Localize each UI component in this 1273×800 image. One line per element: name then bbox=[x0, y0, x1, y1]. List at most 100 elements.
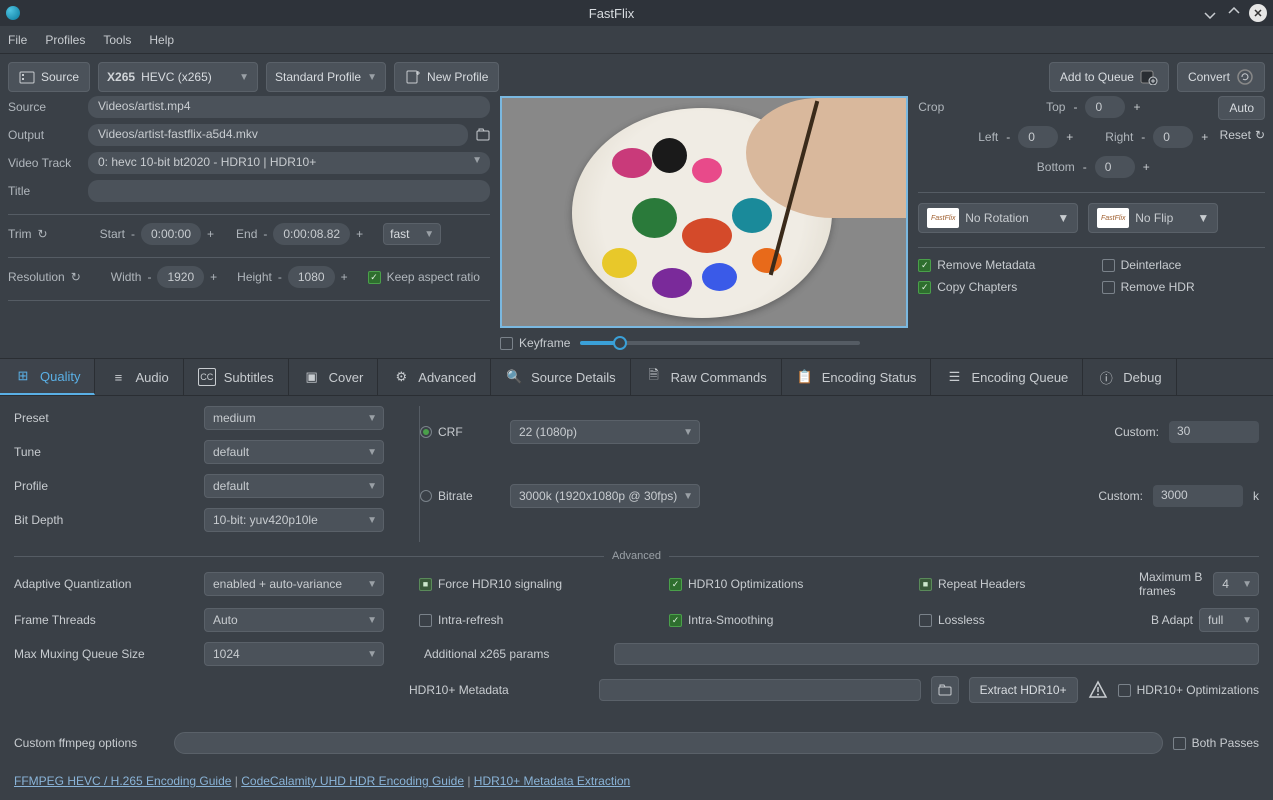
height-minus[interactable]: - bbox=[278, 270, 282, 284]
width-minus[interactable]: - bbox=[147, 270, 151, 284]
menu-help[interactable]: Help bbox=[149, 33, 174, 47]
width-input[interactable]: 1920 bbox=[157, 266, 204, 288]
convert-button[interactable]: Convert bbox=[1177, 62, 1265, 92]
remove-metadata-checkbox[interactable]: ✓Remove Metadata bbox=[918, 258, 1081, 272]
encoder-select[interactable]: X265 HEVC (x265) ▼ bbox=[98, 62, 258, 92]
crop-bottom-minus[interactable]: - bbox=[1083, 160, 1087, 174]
tab-subtitles[interactable]: CCSubtitles bbox=[184, 359, 289, 395]
height-plus[interactable]: + bbox=[341, 270, 348, 284]
tab-source-details[interactable]: 🔍Source Details bbox=[491, 359, 631, 395]
trim-reset-icon[interactable]: ↻ bbox=[38, 227, 48, 241]
crf-radio[interactable]: CRF bbox=[420, 425, 500, 439]
source-button[interactable]: Source bbox=[8, 62, 90, 92]
add-to-queue-button[interactable]: Add to Queue bbox=[1049, 62, 1169, 92]
max-mux-select[interactable]: 1024▼ bbox=[204, 642, 384, 666]
end-time-input[interactable]: 0:00:08.82 bbox=[273, 223, 350, 245]
video-track-select[interactable]: 0: hevc 10-bit bt2020 - HDR10 | HDR10+ ▼ bbox=[88, 152, 490, 174]
keyframe-checkbox[interactable]: Keyframe bbox=[500, 336, 570, 350]
preview-slider[interactable] bbox=[580, 341, 860, 345]
tab-raw-commands[interactable]: 🗎Raw Commands bbox=[631, 359, 782, 395]
tab-debug[interactable]: ⓘDebug bbox=[1083, 359, 1176, 395]
slider-thumb[interactable] bbox=[613, 336, 627, 350]
resolution-reset-icon[interactable]: ↻ bbox=[71, 270, 81, 284]
crf-custom-input[interactable]: 30 bbox=[1169, 421, 1259, 443]
both-passes-checkbox[interactable]: Both Passes bbox=[1173, 736, 1259, 750]
trim-exact-select[interactable]: fast ▼ bbox=[383, 223, 441, 245]
crop-right-input[interactable]: 0 bbox=[1153, 126, 1193, 148]
bitrate-radio[interactable]: Bitrate bbox=[420, 489, 500, 503]
crop-reset-button[interactable]: Reset ↻ bbox=[1220, 128, 1265, 142]
extract-hdr10-button[interactable]: Extract HDR10+ bbox=[969, 677, 1078, 703]
crop-right-minus[interactable]: - bbox=[1141, 130, 1145, 144]
preset-select[interactable]: medium▼ bbox=[204, 406, 384, 430]
start-plus[interactable]: + bbox=[207, 227, 214, 241]
maximize-icon[interactable] bbox=[1225, 4, 1243, 22]
crop-top-input[interactable]: 0 bbox=[1085, 96, 1125, 118]
intra-refresh-checkbox[interactable]: Intra-refresh bbox=[419, 613, 649, 627]
start-minus[interactable]: - bbox=[131, 227, 135, 241]
force-hdr10-checkbox[interactable]: ■Force HDR10 signaling bbox=[419, 577, 649, 591]
start-time-input[interactable]: 0:00:00 bbox=[141, 223, 201, 245]
title-field[interactable] bbox=[88, 180, 490, 202]
aq-select[interactable]: enabled + auto-variance▼ bbox=[204, 572, 384, 596]
link-hdr10-extraction[interactable]: HDR10+ Metadata Extraction bbox=[474, 774, 630, 788]
b-adapt-select[interactable]: full▼ bbox=[1199, 608, 1259, 632]
menu-file[interactable]: File bbox=[8, 33, 27, 47]
tab-encoding-queue[interactable]: ☰Encoding Queue bbox=[931, 359, 1083, 395]
hdr10plus-opt-checkbox[interactable]: HDR10+ Optimizations bbox=[1118, 683, 1259, 697]
crop-left-input[interactable]: 0 bbox=[1018, 126, 1058, 148]
custom-ffmpeg-input[interactable] bbox=[174, 732, 1163, 754]
crop-left-plus[interactable]: + bbox=[1066, 130, 1073, 144]
minimize-icon[interactable] bbox=[1201, 4, 1219, 22]
tab-quality[interactable]: ⊞Quality bbox=[0, 359, 95, 395]
copy-chapters-checkbox[interactable]: ✓Copy Chapters bbox=[918, 280, 1081, 294]
crop-bottom-input[interactable]: 0 bbox=[1095, 156, 1135, 178]
source-field[interactable]: Videos/artist.mp4 bbox=[88, 96, 490, 118]
hdr10-metadata-input[interactable] bbox=[599, 679, 921, 701]
output-field[interactable]: Videos/artist-fastflix-a5d4.mkv bbox=[88, 124, 468, 146]
menu-profiles[interactable]: Profiles bbox=[45, 33, 85, 47]
lossless-checkbox[interactable]: Lossless bbox=[919, 613, 1119, 627]
end-minus[interactable]: - bbox=[263, 227, 267, 241]
rotation-select[interactable]: FastFlix No Rotation ▼ bbox=[918, 203, 1078, 233]
bitrate-select[interactable]: 3000k (1920x1080p @ 30fps)▼ bbox=[510, 484, 700, 508]
close-button[interactable]: ✕ bbox=[1249, 4, 1267, 22]
frame-threads-select[interactable]: Auto▼ bbox=[204, 608, 384, 632]
intra-smoothing-checkbox[interactable]: ✓Intra-Smoothing bbox=[669, 613, 899, 627]
remove-hdr-checkbox[interactable]: Remove HDR bbox=[1102, 280, 1265, 294]
crop-top-minus[interactable]: - bbox=[1073, 100, 1077, 114]
bitrate-custom-input[interactable]: 3000 bbox=[1153, 485, 1243, 507]
tab-cover[interactable]: ▣Cover bbox=[289, 359, 379, 395]
link-ffmpeg-guide[interactable]: FFMPEG HEVC / H.265 Encoding Guide bbox=[14, 774, 231, 788]
end-plus[interactable]: + bbox=[356, 227, 363, 241]
profile-select[interactable]: default▼ bbox=[204, 474, 384, 498]
crop-top-plus[interactable]: + bbox=[1133, 100, 1140, 114]
crop-auto-button[interactable]: Auto bbox=[1218, 96, 1265, 120]
menu-tools[interactable]: Tools bbox=[103, 33, 131, 47]
crop-bottom-plus[interactable]: + bbox=[1143, 160, 1150, 174]
deinterlace-checkbox[interactable]: Deinterlace bbox=[1102, 258, 1265, 272]
keep-aspect-checkbox[interactable]: ✓ Keep aspect ratio bbox=[368, 270, 480, 284]
flip-select[interactable]: FastFlix No Flip ▼ bbox=[1088, 203, 1218, 233]
height-input[interactable]: 1080 bbox=[288, 266, 335, 288]
profile-select[interactable]: Standard Profile ▼ bbox=[266, 62, 386, 92]
width-label: Width bbox=[111, 270, 142, 284]
additional-params-input[interactable] bbox=[614, 643, 1259, 665]
tab-advanced[interactable]: ⚙Advanced bbox=[378, 359, 491, 395]
tab-audio[interactable]: ≡Audio bbox=[95, 359, 183, 395]
repeat-headers-checkbox[interactable]: ■Repeat Headers bbox=[919, 577, 1119, 591]
max-b-select[interactable]: 4▼ bbox=[1213, 572, 1259, 596]
width-plus[interactable]: + bbox=[210, 270, 217, 284]
new-profile-button[interactable]: New Profile bbox=[394, 62, 499, 92]
crop-left-minus[interactable]: - bbox=[1006, 130, 1010, 144]
tune-select[interactable]: default▼ bbox=[204, 440, 384, 464]
browse-output-icon[interactable] bbox=[476, 128, 490, 142]
link-codecalamity-guide[interactable]: CodeCalamity UHD HDR Encoding Guide bbox=[241, 774, 464, 788]
hdr10-opt-checkbox[interactable]: ✓HDR10 Optimizations bbox=[669, 577, 899, 591]
crf-select[interactable]: 22 (1080p)▼ bbox=[510, 420, 700, 444]
browse-hdr10-button[interactable] bbox=[931, 676, 959, 704]
video-preview[interactable] bbox=[500, 96, 908, 328]
tab-encoding-status[interactable]: 📋Encoding Status bbox=[782, 359, 932, 395]
bitdepth-select[interactable]: 10-bit: yuv420p10le▼ bbox=[204, 508, 384, 532]
crop-right-plus[interactable]: + bbox=[1201, 130, 1208, 144]
